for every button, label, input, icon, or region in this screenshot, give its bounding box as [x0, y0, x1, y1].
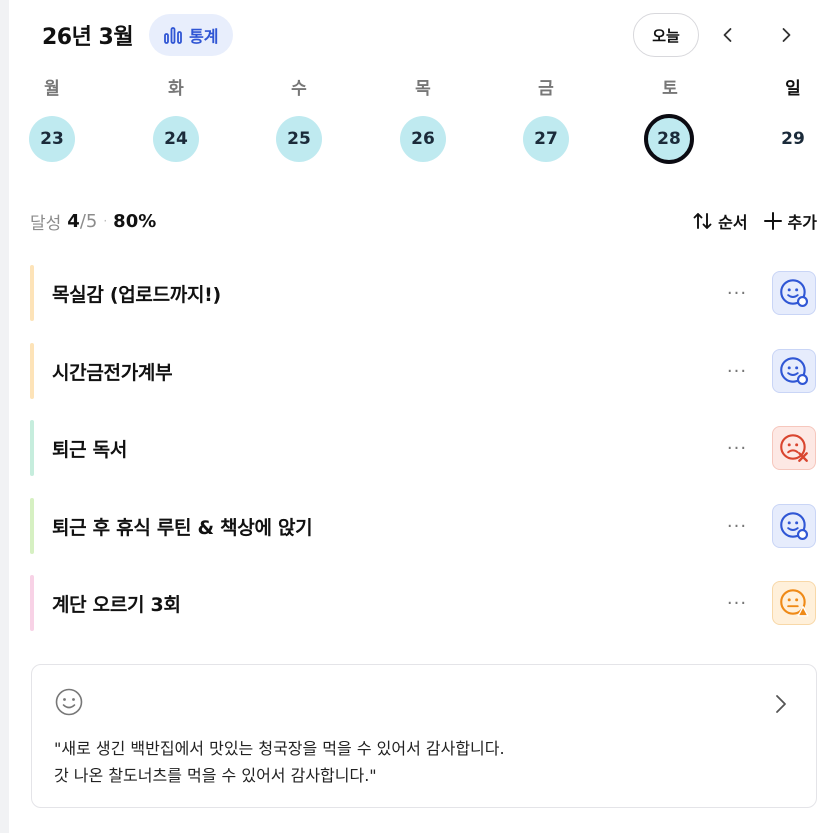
more-options-button[interactable]: ···	[720, 357, 754, 385]
chevron-right-icon	[782, 28, 791, 42]
separator-dot: ·	[103, 214, 108, 228]
achievement-summary: 달성 4 / 5 · 80%	[30, 205, 156, 237]
date-cell[interactable]: 23	[29, 116, 75, 162]
bar-chart-icon	[164, 27, 182, 44]
habit-status-button[interactable]	[772, 426, 816, 470]
weekday-label: 목	[415, 79, 431, 99]
habit-row[interactable]: 시간금전가계부 ···	[30, 343, 820, 399]
date-cell[interactable]: 26	[400, 116, 446, 162]
achievement-done: 4	[67, 210, 80, 232]
weekday-label: 월	[44, 79, 60, 99]
habit-name: 시간금전가계부	[52, 361, 173, 384]
habit-status-button[interactable]	[772, 581, 816, 625]
achievement-total: 5	[85, 210, 98, 232]
date-cell-selected[interactable]: 28	[644, 114, 694, 164]
habit-row[interactable]: 계단 오르기 3회 ···	[30, 575, 820, 631]
more-options-button[interactable]: ···	[720, 512, 754, 540]
frown-x-icon	[780, 434, 808, 462]
smile-check-icon	[780, 279, 809, 308]
habit-color-bar	[30, 265, 34, 321]
habit-color-bar	[30, 343, 34, 399]
achievement-label: 달성	[30, 213, 62, 234]
next-week-button[interactable]	[757, 13, 815, 57]
date-cell[interactable]: 25	[276, 116, 322, 162]
habit-status-button[interactable]	[772, 271, 816, 315]
prev-week-button[interactable]	[699, 13, 757, 57]
sort-button[interactable]: 순서	[692, 209, 748, 233]
habit-color-bar	[30, 498, 34, 554]
weekday-label: 수	[291, 79, 307, 99]
date-cell[interactable]: 24	[153, 116, 199, 162]
left-rail	[0, 0, 9, 833]
smile-check-icon	[780, 357, 809, 386]
date-row: 23 24 25 26 27 28 29	[14, 113, 818, 165]
month-title: 26년 3월	[42, 25, 134, 50]
smile-icon	[55, 688, 83, 716]
sort-label: 순서	[718, 213, 748, 232]
habit-name: 계단 오르기 3회	[52, 593, 181, 616]
calendar-header: 26년 3월 통계 오늘	[42, 12, 815, 58]
chevron-right-icon[interactable]	[772, 693, 790, 715]
weekday-label: 금	[538, 79, 554, 99]
date-cell[interactable]: 29	[770, 116, 816, 162]
weekday-label: 일	[785, 79, 801, 99]
more-options-button[interactable]: ···	[720, 279, 754, 307]
more-options-button[interactable]: ···	[720, 434, 754, 462]
habit-color-bar	[30, 420, 34, 476]
habit-row[interactable]: 퇴근 후 휴식 루틴 & 책상에 앉기 ···	[30, 498, 820, 554]
gratitude-line: "새로 생긴 백반집에서 맛있는 청국장을 먹을 수 있어서 감사합니다.	[54, 739, 505, 758]
neutral-warning-icon	[780, 589, 809, 617]
habit-name: 목실감 (업로드까지!)	[52, 283, 221, 306]
sort-arrows-icon	[693, 213, 712, 229]
stats-button[interactable]: 통계	[149, 14, 233, 56]
chevron-left-icon	[723, 28, 732, 42]
habit-row[interactable]: 목실감 (업로드까지!) ···	[30, 265, 820, 321]
habit-status-button[interactable]	[772, 504, 816, 548]
header-controls: 오늘	[633, 13, 815, 57]
habit-color-bar	[30, 575, 34, 631]
weekday-label: 토	[662, 79, 678, 99]
smile-check-icon	[780, 512, 809, 541]
gratitude-text: "새로 생긴 백반집에서 맛있는 청국장을 먹을 수 있어서 감사합니다. 갓 …	[54, 735, 774, 789]
plus-icon	[763, 212, 782, 230]
weekday-label: 화	[168, 79, 184, 99]
habit-name: 퇴근 후 휴식 루틴 & 책상에 앉기	[52, 516, 313, 539]
date-cell[interactable]: 27	[523, 116, 569, 162]
gratitude-line: 갓 나온 찰도너츠를 먹을 수 있어서 감사합니다."	[54, 766, 377, 785]
list-actions: 순서 추가	[692, 205, 817, 237]
habit-status-button[interactable]	[772, 349, 816, 393]
more-options-button[interactable]: ···	[720, 589, 754, 617]
achievement-percent: 80%	[113, 210, 157, 232]
add-label: 추가	[787, 213, 817, 232]
add-habit-button[interactable]: 추가	[762, 209, 817, 233]
stats-label: 통계	[189, 27, 219, 46]
habit-row[interactable]: 퇴근 독서 ···	[30, 420, 820, 476]
weekday-row: 월 화 수 목 금 토 일	[14, 74, 818, 104]
today-button[interactable]: 오늘	[633, 13, 699, 57]
habit-name: 퇴근 독서	[52, 438, 128, 461]
gratitude-card[interactable]: "새로 생긴 백반집에서 맛있는 청국장을 먹을 수 있어서 감사합니다. 갓 …	[31, 664, 817, 808]
